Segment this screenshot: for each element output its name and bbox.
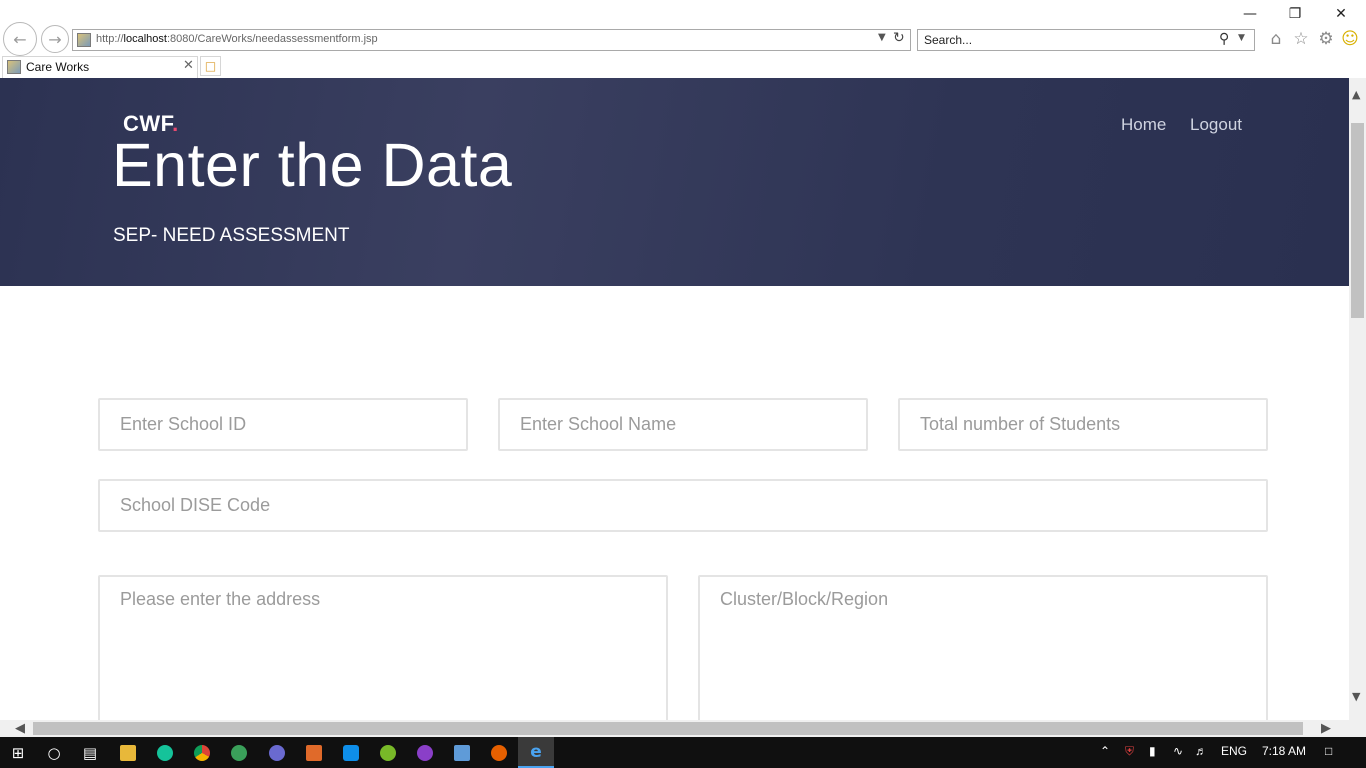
- chevron-up-icon[interactable]: ⌃: [1100, 744, 1110, 758]
- chevron-down-icon[interactable]: ▼: [1238, 33, 1245, 43]
- firefox-icon[interactable]: [487, 741, 511, 765]
- new-tab-button[interactable]: □: [200, 56, 221, 76]
- forward-button[interactable]: →: [41, 25, 69, 53]
- url-host: localhost: [123, 33, 167, 45]
- page-favicon-icon: [77, 33, 91, 47]
- internet-explorer-icon[interactable]: e: [518, 737, 554, 768]
- scroll-right-icon[interactable]: ▶: [1321, 721, 1331, 736]
- search-icon[interactable]: ⚲: [1219, 31, 1229, 47]
- page-viewport: CWF. Enter the Data SEP- NEED ASSESSMENT…: [0, 78, 1349, 720]
- address-bar[interactable]: http://localhost:8080/CareWorks/needasse…: [72, 29, 911, 51]
- grammarly-icon[interactable]: [153, 741, 177, 765]
- windows-start-icon[interactable]: ⊞: [6, 741, 30, 765]
- volume-icon[interactable]: ♬: [1195, 744, 1207, 758]
- teamviewer-icon[interactable]: [339, 741, 363, 765]
- hero-header: CWF. Enter the Data SEP- NEED ASSESSMENT…: [0, 78, 1349, 286]
- page-title: Enter the Data: [112, 131, 513, 199]
- star-icon[interactable]: ☆: [1290, 28, 1312, 50]
- horizontal-scroll-thumb[interactable]: [33, 722, 1303, 735]
- battery-icon[interactable]: ▮: [1149, 744, 1156, 758]
- utorrent-icon[interactable]: [376, 741, 400, 765]
- virtualbox-icon[interactable]: [450, 741, 474, 765]
- app-icon[interactable]: [413, 741, 437, 765]
- scrollbar-corner: [1349, 720, 1366, 737]
- school-name-input[interactable]: [498, 398, 868, 451]
- cortana-search-icon[interactable]: ○: [42, 741, 66, 765]
- globe-app-icon[interactable]: [227, 741, 251, 765]
- wifi-icon[interactable]: ∿: [1173, 744, 1183, 758]
- url-scheme: http://: [96, 33, 124, 45]
- close-window-button[interactable]: ✕: [1326, 4, 1356, 24]
- task-view-icon[interactable]: ▤: [78, 741, 102, 765]
- total-students-input[interactable]: [898, 398, 1268, 451]
- chevron-down-icon[interactable]: ▼: [878, 32, 886, 43]
- app-icon[interactable]: [265, 741, 289, 765]
- tab-favicon-icon: [7, 60, 21, 74]
- security-shield-icon[interactable]: ⛨: [1125, 744, 1134, 759]
- vertical-scroll-thumb[interactable]: [1351, 123, 1364, 318]
- tab-title: Care Works: [26, 60, 90, 74]
- matlab-icon[interactable]: [302, 741, 326, 765]
- address-url[interactable]: http://localhost:8080/CareWorks/needasse…: [96, 33, 378, 45]
- address-textarea[interactable]: [98, 575, 668, 720]
- close-tab-icon[interactable]: ✕: [183, 58, 194, 73]
- file-explorer-icon[interactable]: [116, 741, 140, 765]
- restore-button[interactable]: ❐: [1280, 4, 1310, 24]
- scroll-down-icon[interactable]: ▼: [1352, 690, 1360, 703]
- browser-chrome: — ❐ ✕ ← → http://localhost:8080/CareWork…: [0, 0, 1366, 78]
- dise-code-input[interactable]: [98, 479, 1268, 532]
- nav-logout-link[interactable]: Logout: [1190, 115, 1242, 135]
- language-indicator[interactable]: ENG: [1221, 744, 1247, 758]
- minimize-button[interactable]: —: [1235, 4, 1265, 24]
- page-subtitle: SEP- NEED ASSESSMENT: [113, 225, 350, 246]
- refresh-icon[interactable]: ↻: [893, 30, 905, 46]
- gear-icon[interactable]: ⚙: [1315, 28, 1337, 50]
- back-button[interactable]: ←: [3, 22, 37, 56]
- search-box[interactable]: Search... ⚲ ▼: [917, 29, 1255, 51]
- vertical-scrollbar[interactable]: ▲ ▼: [1349, 78, 1366, 720]
- horizontal-scrollbar[interactable]: ◀ ▶: [0, 720, 1349, 737]
- scroll-up-icon[interactable]: ▲: [1352, 88, 1360, 101]
- cluster-block-region-textarea[interactable]: [698, 575, 1268, 720]
- arrow-right-icon: →: [48, 29, 62, 49]
- url-path: :8080/CareWorks/needassessmentform.jsp: [166, 33, 378, 45]
- tab-care-works[interactable]: Care Works ✕: [2, 56, 198, 78]
- clock[interactable]: 7:18 AM: [1262, 744, 1306, 758]
- scroll-left-icon[interactable]: ◀: [15, 721, 25, 736]
- chrome-icon[interactable]: [190, 741, 214, 765]
- smiley-feedback-icon[interactable]: ☺: [1339, 28, 1361, 50]
- arrow-left-icon: ←: [13, 29, 27, 49]
- action-center-icon[interactable]: □: [1325, 744, 1332, 758]
- windows-taskbar: ⊞ ○ ▤ e ⌃ ⛨ ▮ ∿ ♬ ENG 7:18 AM □: [0, 737, 1366, 768]
- home-icon[interactable]: ⌂: [1265, 28, 1287, 50]
- search-input[interactable]: Search...: [924, 33, 972, 47]
- nav-home-link[interactable]: Home: [1121, 115, 1166, 135]
- school-id-input[interactable]: [98, 398, 468, 451]
